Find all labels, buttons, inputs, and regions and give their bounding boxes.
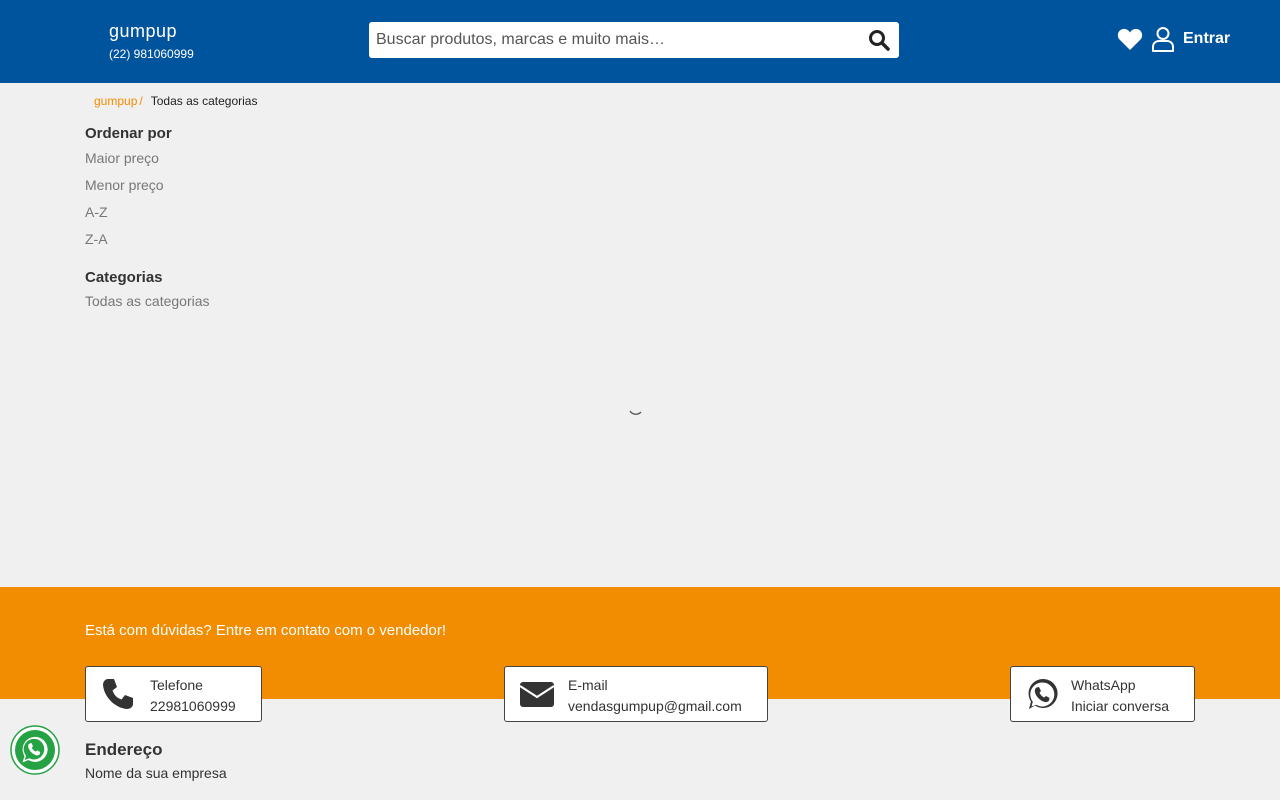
sort-option-highest-price[interactable]: Maior preço: [85, 150, 159, 166]
envelope-icon: [519, 682, 555, 707]
whatsapp-icon: [1028, 678, 1058, 709]
search-bar: [369, 22, 899, 58]
user-icon: [1152, 27, 1174, 52]
contact-title: Está com dúvidas? Entre em contato com o…: [85, 622, 447, 639]
phone-label: Telefone: [150, 677, 203, 693]
whatsapp-icon: [10, 725, 60, 775]
heart-icon: [1117, 28, 1143, 50]
breadcrumb: gumpup / Todas as categorias: [94, 94, 257, 108]
search-input[interactable]: [369, 22, 849, 58]
search-icon: [869, 30, 890, 51]
address-title: Endereço: [85, 740, 163, 759]
address-value: Nome da sua empresa: [85, 765, 227, 781]
email-contact-card[interactable]: E-mail vendasgumpup@gmail.com: [504, 666, 768, 722]
sort-option-a-z[interactable]: A-Z: [85, 204, 108, 220]
whatsapp-value: Iniciar conversa: [1071, 698, 1170, 714]
whatsapp-contact-card[interactable]: WhatsApp Iniciar conversa: [1010, 666, 1195, 722]
email-value: vendasgumpup@gmail.com: [568, 698, 742, 714]
sort-option-z-a[interactable]: Z-A: [85, 231, 108, 247]
store-name[interactable]: gumpup: [109, 21, 177, 42]
favorites-button[interactable]: [1117, 27, 1143, 51]
login-link[interactable]: Entrar: [1183, 30, 1230, 48]
email-label: E-mail: [568, 677, 608, 693]
whatsapp-floating-button[interactable]: [10, 725, 60, 775]
account-button[interactable]: [1151, 26, 1175, 53]
breadcrumb-home[interactable]: gumpup: [94, 94, 137, 108]
phone-icon: [103, 679, 133, 709]
breadcrumb-separator: /: [139, 94, 143, 108]
breadcrumb-current: Todas as categorias: [150, 94, 258, 108]
loading-spinner-icon: [629, 410, 642, 415]
search-button[interactable]: [867, 28, 891, 52]
sort-option-lowest-price[interactable]: Menor preço: [85, 177, 164, 193]
sort-title: Ordenar por: [85, 125, 172, 142]
phone-value: 22981060999: [150, 698, 236, 714]
store-phone: (22) 981060999: [109, 47, 194, 61]
whatsapp-label: WhatsApp: [1071, 677, 1136, 693]
phone-contact-card[interactable]: Telefone 22981060999: [85, 666, 262, 722]
category-all[interactable]: Todas as categorias: [85, 293, 210, 309]
categories-title: Categorias: [85, 269, 163, 286]
site-header: gumpup (22) 981060999 Entrar: [0, 0, 1280, 83]
